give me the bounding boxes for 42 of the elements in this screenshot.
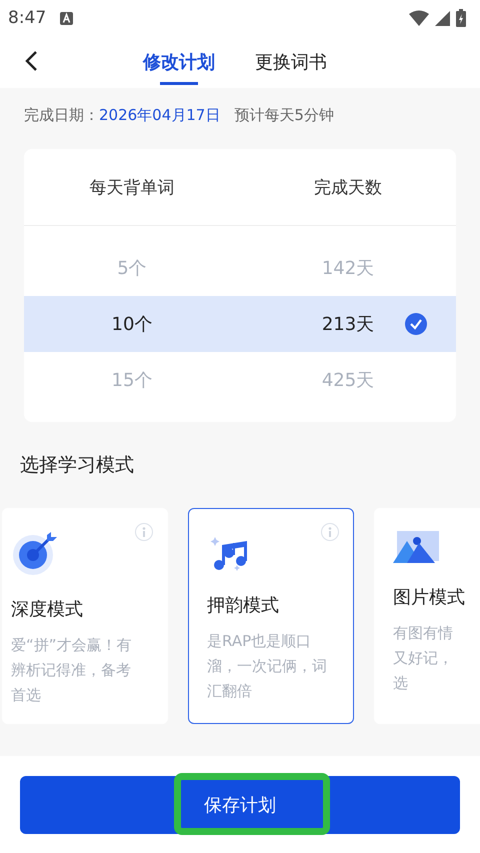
mode-description: 首选 bbox=[11, 685, 42, 706]
word-count: 5个 bbox=[117, 257, 147, 280]
mode-title: 深度模式 bbox=[11, 598, 84, 621]
time-estimate: 预计每天5分钟 bbox=[234, 106, 334, 125]
completion-label: 完成日期： bbox=[24, 106, 99, 124]
mode-description: 是RAP也是顺口 bbox=[207, 631, 312, 652]
battery-icon bbox=[456, 9, 466, 27]
mode-description: 汇翻倍 bbox=[207, 681, 253, 702]
mode-description: 爱“拼”才会赢！有 bbox=[11, 635, 133, 656]
day-count: 213天 bbox=[322, 313, 374, 336]
status-time: 8:47 bbox=[8, 8, 46, 28]
word-count: 15个 bbox=[112, 369, 152, 392]
section-title: 选择学习模式 bbox=[19, 453, 135, 478]
back-icon[interactable] bbox=[24, 50, 38, 72]
check-icon bbox=[405, 313, 427, 335]
mode-description: 选 bbox=[393, 673, 409, 694]
signal-icon bbox=[435, 10, 450, 26]
info-icon[interactable] bbox=[321, 523, 339, 541]
save-button[interactable]: 保存计划 bbox=[20, 776, 460, 834]
word-count: 10个 bbox=[112, 313, 152, 336]
info-icon[interactable] bbox=[135, 523, 153, 541]
target-icon bbox=[11, 531, 59, 577]
day-count: 142天 bbox=[322, 257, 374, 280]
mode-description: 溜，一次记俩，词 bbox=[207, 656, 328, 677]
tab[interactable]: 更换词书 bbox=[255, 36, 327, 88]
column-header: 完成天数 bbox=[313, 176, 383, 198]
completion-date: 2026年04月17日 bbox=[99, 106, 220, 124]
mode-description: 有图有情 bbox=[393, 623, 454, 644]
wifi-icon bbox=[409, 10, 429, 26]
mode-card[interactable]: 图片模式 有图有情 又好记， 选 bbox=[374, 508, 480, 724]
picker-row[interactable]: 10个 213天 bbox=[24, 296, 456, 352]
mode-card[interactable]: 押韵模式 是RAP也是顺口 溜，一次记俩，词 汇翻倍 bbox=[188, 508, 354, 724]
mode-description: 又好记， bbox=[393, 648, 454, 669]
day-count: 425天 bbox=[322, 369, 374, 392]
mountain-picture-icon bbox=[393, 531, 439, 565]
mode-description: 辨析记得准，备考 bbox=[11, 660, 132, 681]
mode-title: 押韵模式 bbox=[207, 594, 280, 617]
mode-card[interactable]: 深度模式 爱“拼”才会赢！有 辨析记得准，备考 首选 bbox=[2, 508, 168, 724]
mode-title: 图片模式 bbox=[393, 586, 466, 609]
column-header: 每天背单词 bbox=[88, 176, 176, 198]
keyboard-notification-icon bbox=[60, 12, 74, 24]
tab[interactable]: 修改计划 bbox=[143, 36, 215, 88]
